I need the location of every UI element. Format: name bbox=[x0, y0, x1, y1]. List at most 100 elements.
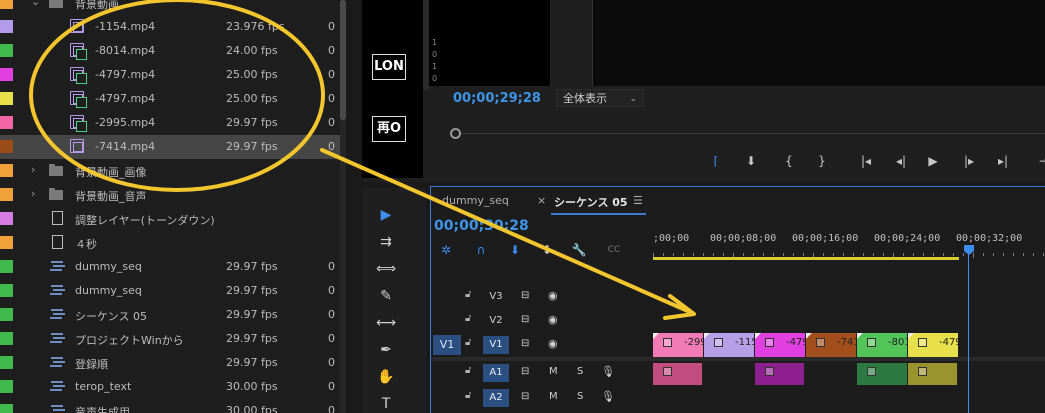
solo-button[interactable]: S bbox=[577, 366, 583, 377]
pen-tool-icon[interactable]: ✒ bbox=[374, 339, 398, 361]
label-color-swatch[interactable] bbox=[0, 0, 13, 9]
play-icon[interactable]: ▶ bbox=[924, 152, 942, 170]
project-folder-row[interactable]: ⌄ 背景動画 bbox=[0, 0, 340, 15]
tab-dummy-seq[interactable]: dummy_seq bbox=[442, 194, 509, 207]
label-color-swatch[interactable] bbox=[0, 380, 13, 393]
video-clip[interactable]: -741 bbox=[806, 333, 857, 357]
project-item-row[interactable]: 調整レイヤー(トーンダウン) bbox=[0, 207, 340, 231]
project-item-row[interactable]: -7414.mp4 29.97 fps 0 bbox=[0, 135, 340, 159]
project-item-row[interactable]: シーケンス 05 29.97 fps 0 bbox=[0, 303, 340, 327]
track-lane-a1[interactable] bbox=[653, 361, 1045, 385]
track-target[interactable]: V2 bbox=[483, 312, 509, 330]
go-to-in-icon[interactable]: |◂ bbox=[857, 152, 875, 170]
label-color-swatch[interactable] bbox=[0, 404, 13, 413]
go-to-out-icon[interactable]: ▸| bbox=[994, 152, 1012, 170]
video-clip[interactable]: -115 bbox=[704, 333, 755, 357]
project-item-row[interactable]: -1154.mp4 23.976 fps 0 bbox=[0, 15, 340, 39]
label-color-swatch[interactable] bbox=[0, 140, 13, 153]
project-item-row[interactable]: 登録順 29.97 fps 0 bbox=[0, 351, 340, 375]
project-folder-row[interactable]: › 背景動画_画像 bbox=[0, 159, 340, 183]
track-lane-a2[interactable] bbox=[653, 386, 1045, 410]
video-clip[interactable]: -801 bbox=[857, 333, 908, 357]
sync-lock-icon[interactable]: ⊟ bbox=[521, 338, 529, 349]
label-color-swatch[interactable] bbox=[0, 188, 13, 201]
linked-selection-icon[interactable]: ∩ bbox=[472, 242, 490, 258]
chevron-right-icon[interactable]: › bbox=[31, 163, 35, 176]
ripple-edit-tool-icon[interactable]: ⟺ bbox=[374, 258, 398, 280]
lock-icon[interactable]: 🔓︎ bbox=[465, 337, 471, 348]
slip-tool-icon[interactable]: ⟷ bbox=[374, 312, 398, 334]
project-item-row[interactable]: -4797.mp4 25.00 fps 0 bbox=[0, 63, 340, 87]
track-target[interactable]: V3 bbox=[483, 288, 509, 306]
label-color-swatch[interactable] bbox=[0, 308, 13, 321]
project-item-row[interactable]: -2995.mp4 29.97 fps 0 bbox=[0, 111, 340, 135]
type-tool-icon[interactable]: T bbox=[374, 393, 398, 413]
track-target[interactable]: V1 bbox=[483, 336, 509, 354]
label-color-swatch[interactable] bbox=[0, 92, 13, 105]
monitor-scrubber[interactable] bbox=[450, 121, 1045, 139]
step-back-icon[interactable]: ◂| bbox=[892, 152, 910, 170]
track-target[interactable]: A2 bbox=[483, 389, 509, 407]
label-color-swatch[interactable] bbox=[0, 284, 13, 297]
source-patch[interactable]: V1 bbox=[433, 335, 461, 355]
snap-icon[interactable]: ✲ bbox=[437, 242, 455, 258]
label-color-swatch[interactable] bbox=[0, 356, 13, 369]
label-color-swatch[interactable] bbox=[0, 116, 13, 129]
project-item-row[interactable]: -8014.mp4 24.00 fps 0 bbox=[0, 39, 340, 63]
label-color-swatch[interactable] bbox=[0, 44, 13, 57]
mute-button[interactable]: M bbox=[549, 391, 558, 402]
scrollbar-thumb[interactable] bbox=[340, 0, 346, 120]
eye-icon[interactable]: ◉ bbox=[548, 313, 558, 326]
mute-button[interactable]: M bbox=[549, 366, 558, 377]
lock-icon[interactable]: 🔓︎ bbox=[465, 313, 471, 324]
label-color-swatch[interactable] bbox=[0, 164, 13, 177]
lock-icon[interactable]: 🔓︎ bbox=[465, 289, 471, 300]
video-clip[interactable]: -479 bbox=[908, 333, 959, 357]
lock-icon[interactable]: 🔓︎ bbox=[465, 365, 471, 376]
label-color-swatch[interactable] bbox=[0, 332, 13, 345]
chevron-right-icon[interactable]: › bbox=[31, 187, 35, 200]
project-item-row[interactable]: 音声生成用 30.00 fps 0 bbox=[0, 399, 340, 413]
wrench-icon[interactable]: 🔧 bbox=[570, 242, 588, 258]
tab-sequence-05[interactable]: シーケンス 05 bbox=[554, 194, 628, 210]
add-marker-icon[interactable]: ⬇ bbox=[506, 242, 524, 258]
mark-out-brace-icon[interactable]: } bbox=[813, 152, 831, 170]
project-item-row[interactable]: dummy_seq 29.97 fps 0 bbox=[0, 255, 340, 279]
mark-in-icon[interactable]: ⌈ bbox=[707, 152, 725, 170]
project-item-row[interactable]: ４秒 bbox=[0, 231, 340, 255]
sync-lock-icon[interactable]: ⊟ bbox=[521, 314, 529, 325]
audio-clip[interactable] bbox=[755, 363, 805, 385]
eye-icon[interactable]: ◉ bbox=[548, 337, 558, 350]
label-color-swatch[interactable] bbox=[0, 20, 13, 33]
track-lane-v3[interactable] bbox=[653, 285, 1045, 309]
label-color-swatch[interactable] bbox=[0, 260, 13, 273]
track-lane-v1[interactable]: -299 -115 -479 -741 -801 -479 bbox=[653, 333, 1045, 357]
sync-lock-icon[interactable]: ⊟ bbox=[521, 391, 529, 402]
marker-icon[interactable]: ⬇ bbox=[538, 242, 556, 258]
hand-tool-icon[interactable]: ✋ bbox=[374, 366, 398, 388]
lock-icon[interactable]: 🔓︎ bbox=[465, 390, 471, 401]
eye-icon[interactable]: ◉ bbox=[548, 289, 558, 302]
track-lane-v2[interactable] bbox=[653, 309, 1045, 333]
solo-button[interactable]: S bbox=[577, 391, 583, 402]
video-clip[interactable]: -479 bbox=[755, 333, 806, 357]
monitor-timecode[interactable]: 00;00;29;28 bbox=[453, 91, 541, 106]
work-area-bar[interactable] bbox=[653, 257, 959, 260]
track-select-tool-icon[interactable]: ⇉ bbox=[374, 231, 398, 253]
video-audio-divider[interactable] bbox=[431, 357, 1045, 361]
project-item-row[interactable]: プロジェクトWinから 29.97 fps 0 bbox=[0, 327, 340, 351]
microphone-icon[interactable]: 🎙︎ bbox=[601, 390, 615, 403]
timeline-timecode[interactable]: 00;00;30;28 bbox=[434, 218, 529, 234]
project-folder-row[interactable]: › 背景動画_音声 bbox=[0, 183, 340, 207]
scrubber-playhead[interactable] bbox=[450, 128, 461, 139]
insert-icon[interactable]: ⇥ bbox=[1035, 152, 1045, 170]
mark-in-brace-icon[interactable]: { bbox=[780, 152, 798, 170]
zoom-select[interactable]: 全体表示 ⌄ bbox=[556, 89, 644, 107]
project-item-row[interactable]: dummy_seq 29.97 fps 0 bbox=[0, 279, 340, 303]
audio-clip[interactable] bbox=[653, 363, 703, 385]
audio-clip[interactable] bbox=[857, 363, 908, 385]
sync-lock-icon[interactable]: ⊟ bbox=[521, 290, 529, 301]
track-target[interactable]: A1 bbox=[483, 364, 509, 382]
razor-tool-icon[interactable]: ✎ bbox=[374, 285, 398, 307]
step-forward-icon[interactable]: |▸ bbox=[960, 152, 978, 170]
